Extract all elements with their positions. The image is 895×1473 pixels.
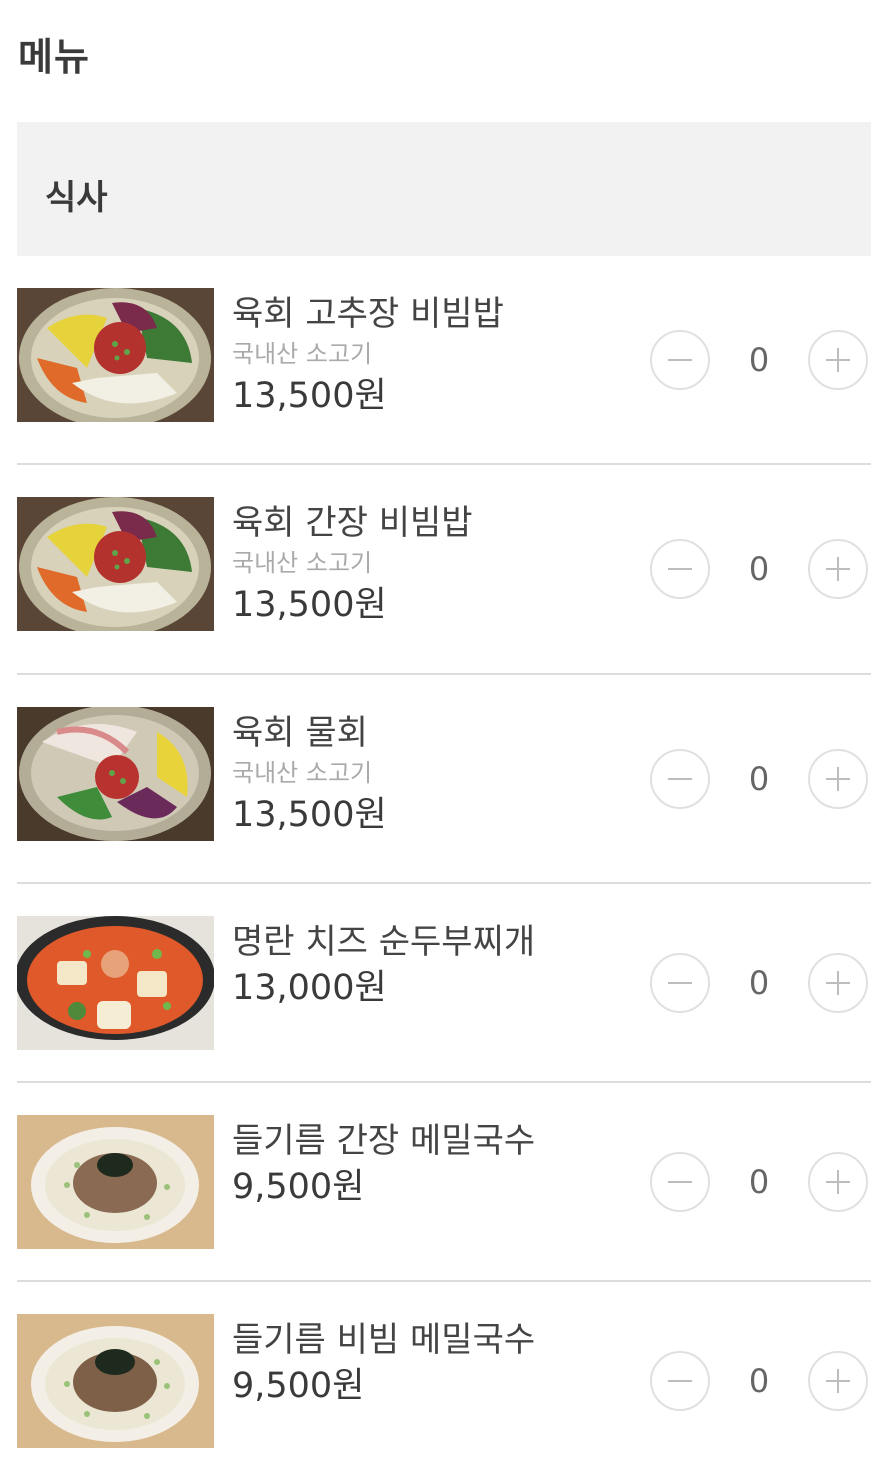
quantity-stepper: 0 [650, 1351, 870, 1413]
item-name: 육회 간장 비빔밥 [232, 503, 473, 543]
menu-item[interactable]: 들기름 비빔 메밀국수 9,500원 0 [17, 1282, 871, 1472]
increase-button[interactable] [808, 539, 868, 599]
decrease-button[interactable] [650, 330, 710, 390]
decrease-button[interactable] [650, 749, 710, 809]
item-price: 9,500원 [232, 1366, 365, 1406]
minus-icon [668, 778, 692, 780]
menu-item[interactable]: 육회 간장 비빔밥 국내산 소고기 13,500원 0 [17, 465, 871, 675]
quantity-value: 0 [748, 550, 770, 588]
menu-item[interactable]: 명란 치즈 순두부찌개 13,000원 0 [17, 884, 871, 1083]
minus-icon [668, 982, 692, 984]
quantity-stepper: 0 [650, 539, 870, 601]
quantity-value: 0 [748, 1362, 770, 1400]
quantity-value: 0 [748, 1163, 770, 1201]
minus-icon [668, 1181, 692, 1183]
item-description: 국내산 소고기 [232, 340, 373, 368]
decrease-button[interactable] [650, 539, 710, 599]
minus-icon [668, 568, 692, 570]
plus-icon [826, 971, 850, 995]
quantity-stepper: 0 [650, 1152, 870, 1214]
item-price: 13,500원 [232, 376, 387, 416]
decrease-button[interactable] [650, 1152, 710, 1212]
increase-button[interactable] [808, 1351, 868, 1411]
section-title: 식사 [45, 178, 108, 218]
item-description: 국내산 소고기 [232, 759, 373, 787]
item-price: 13,000원 [232, 968, 387, 1008]
increase-button[interactable] [808, 330, 868, 390]
plus-icon [826, 767, 850, 791]
mulhoe-photo [17, 707, 214, 841]
section-header-meals: 식사 [17, 122, 871, 256]
item-name: 들기름 간장 메밀국수 [232, 1121, 536, 1161]
page-title: 메뉴 [18, 35, 90, 79]
quantity-stepper: 0 [650, 330, 870, 392]
buckwheat-noodle-photo [17, 1115, 214, 1249]
plus-icon [826, 1369, 850, 1393]
item-name: 육회 고추장 비빔밥 [232, 294, 504, 334]
quantity-value: 0 [748, 964, 770, 1002]
buckwheat-noodle-photo [17, 1314, 214, 1448]
item-description: 국내산 소고기 [232, 549, 373, 577]
plus-icon [826, 557, 850, 581]
item-price: 13,500원 [232, 585, 387, 625]
bibimbap-photo [17, 497, 214, 631]
plus-icon [826, 348, 850, 372]
increase-button[interactable] [808, 1152, 868, 1212]
menu-item[interactable]: 육회 고추장 비빔밥 국내산 소고기 13,500원 0 [17, 256, 871, 465]
bibimbap-photo [17, 288, 214, 422]
decrease-button[interactable] [650, 953, 710, 1013]
increase-button[interactable] [808, 749, 868, 809]
item-price: 13,500원 [232, 795, 387, 835]
quantity-value: 0 [748, 760, 770, 798]
item-name: 육회 물회 [232, 713, 368, 753]
quantity-stepper: 0 [650, 953, 870, 1015]
item-name: 들기름 비빔 메밀국수 [232, 1320, 536, 1360]
minus-icon [668, 1380, 692, 1382]
sundubu-stew-photo [17, 916, 214, 1050]
plus-icon [826, 1170, 850, 1194]
item-price: 9,500원 [232, 1167, 365, 1207]
menu-item[interactable]: 육회 물회 국내산 소고기 13,500원 0 [17, 675, 871, 884]
item-name: 명란 치즈 순두부찌개 [232, 922, 536, 962]
minus-icon [668, 359, 692, 361]
quantity-value: 0 [748, 341, 770, 379]
quantity-stepper: 0 [650, 749, 870, 811]
decrease-button[interactable] [650, 1351, 710, 1411]
increase-button[interactable] [808, 953, 868, 1013]
menu-item[interactable]: 들기름 간장 메밀국수 9,500원 0 [17, 1083, 871, 1282]
menu-list: 육회 고추장 비빔밥 국내산 소고기 13,500원 0 육회 간장 비빔밥 국… [17, 256, 871, 1472]
